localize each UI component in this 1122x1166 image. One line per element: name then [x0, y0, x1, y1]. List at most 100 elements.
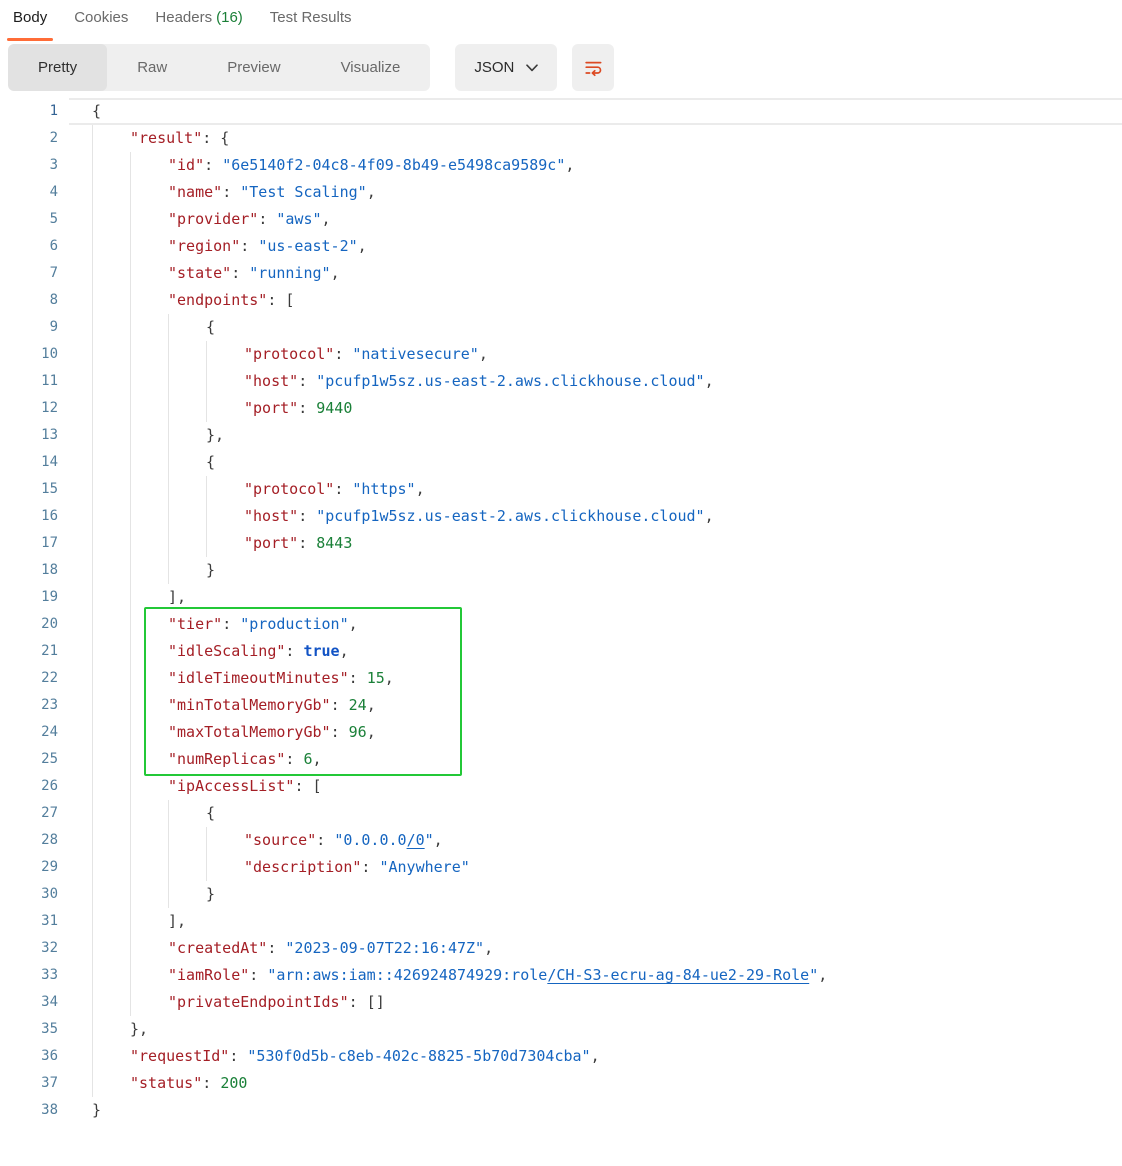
- code-line: 12"port": 9440: [0, 395, 1122, 422]
- line-number: 9: [0, 314, 58, 341]
- code-line: 8"endpoints": [: [0, 287, 1122, 314]
- code-text: {: [206, 800, 215, 827]
- indent-guide: [92, 206, 130, 233]
- indent-guide: [130, 800, 168, 827]
- line-number: 33: [0, 962, 58, 989]
- indent-guide: [130, 503, 168, 530]
- tab-test-results[interactable]: Test Results: [270, 9, 352, 28]
- code-line: 23 "minTotalMemoryGb": 24,: [0, 692, 1122, 719]
- line-number: 14: [0, 449, 58, 476]
- indent-guide: [92, 1016, 130, 1043]
- view-mode-preview[interactable]: Preview: [197, 44, 310, 91]
- language-selector-dropdown[interactable]: JSON: [455, 44, 557, 91]
- indent-guide: [168, 341, 206, 368]
- tab-headers[interactable]: Headers(16): [155, 9, 242, 28]
- view-mode-pretty[interactable]: Pretty: [8, 44, 107, 91]
- code-text: "id": "6e5140f2-04c8-4f09-8b49-e5498ca95…: [168, 152, 574, 179]
- indent-guide: [92, 908, 130, 935]
- indent-guide: [168, 368, 206, 395]
- tab-headers-label: Headers: [155, 9, 212, 26]
- code-line: 26"ipAccessList": [: [0, 773, 1122, 800]
- code-text: "region": "us-east-2",: [168, 233, 367, 260]
- wrap-text-button[interactable]: [572, 44, 614, 91]
- indent-guide: [206, 341, 244, 368]
- indent-guide: [206, 503, 244, 530]
- tab-body[interactable]: Body: [13, 9, 47, 28]
- code-line: 5"provider": "aws",: [0, 206, 1122, 233]
- indent-guide: [130, 233, 168, 260]
- indent-guide: [130, 557, 168, 584]
- response-body-editor[interactable]: 1{2"result": {3"id": "6e5140f2-04c8-4f09…: [0, 98, 1122, 1124]
- line-number: 11: [0, 368, 58, 395]
- code-line: 36"requestId": "530f0d5b-c8eb-402c-8825-…: [0, 1043, 1122, 1070]
- indent-guide: [130, 368, 168, 395]
- indent-guide: [206, 854, 244, 881]
- code-line: 25"numReplicas": 6,: [0, 746, 1122, 773]
- indent-guide: [92, 989, 130, 1016]
- indent-guide: [168, 314, 206, 341]
- indent-guide: [168, 557, 206, 584]
- line-number: 34: [0, 989, 58, 1016]
- code-text: {: [206, 449, 215, 476]
- indent-guide: [92, 827, 130, 854]
- line-number: 3: [0, 152, 58, 179]
- code-text: "protocol": "https",: [244, 476, 425, 503]
- line-number: 7: [0, 260, 58, 287]
- indent-guide: [130, 665, 168, 692]
- indent-guide: [92, 1043, 130, 1070]
- indent-guide: [168, 800, 206, 827]
- line-number: 23: [0, 692, 58, 719]
- indent-guide: [92, 800, 130, 827]
- code-line: 32"createdAt": "2023-09-07T22:16:47Z",: [0, 935, 1122, 962]
- line-number: 24: [0, 719, 58, 746]
- code-line: 29"description": "Anywhere": [0, 854, 1122, 881]
- indent-guide: [130, 206, 168, 233]
- indent-guide: [130, 152, 168, 179]
- tab-cookies[interactable]: Cookies: [74, 9, 128, 28]
- line-number: 32: [0, 935, 58, 962]
- indent-guide: [206, 368, 244, 395]
- indent-guide: [168, 503, 206, 530]
- tab-test-results-label: Test Results: [270, 9, 352, 26]
- code-lines: 1{2"result": {3"id": "6e5140f2-04c8-4f09…: [0, 98, 1122, 1124]
- line-number: 27: [0, 800, 58, 827]
- code-text: "status": 200: [130, 1070, 247, 1097]
- line-number: 30: [0, 881, 58, 908]
- code-text: "iamRole": "arn:aws:iam::426924874929:ro…: [168, 962, 827, 989]
- indent-guide: [92, 476, 130, 503]
- indent-guide: [130, 476, 168, 503]
- code-text: "minTotalMemoryGb": 24,: [168, 692, 376, 719]
- code-line: 3 "id": "6e5140f2-04c8-4f09-8b49-e5498ca9…: [0, 152, 1122, 179]
- indent-guide: [168, 827, 206, 854]
- wrap-text-icon: [584, 58, 603, 77]
- indent-guide: [92, 179, 130, 206]
- code-text: "protocol": "nativesecure",: [244, 341, 488, 368]
- code-text: "name": "Test Scaling",: [168, 179, 376, 206]
- indent-guide: [130, 746, 168, 773]
- line-number: 21: [0, 638, 58, 665]
- view-mode-visualize[interactable]: Visualize: [311, 44, 431, 91]
- view-mode-raw[interactable]: Raw: [107, 44, 197, 91]
- indent-guide: [92, 260, 130, 287]
- indent-guide: [130, 854, 168, 881]
- code-line: 14 {: [0, 449, 1122, 476]
- line-number: 15: [0, 476, 58, 503]
- indent-guide: [92, 935, 130, 962]
- indent-guide: [130, 935, 168, 962]
- indent-guide: [92, 314, 130, 341]
- indent-guide: [92, 233, 130, 260]
- code-line: 33 "iamRole": "arn:aws:iam::426924874929:…: [0, 962, 1122, 989]
- code-text: ],: [168, 584, 186, 611]
- code-line: 1{: [0, 98, 1122, 125]
- code-line: 18}: [0, 557, 1122, 584]
- code-text: "idleTimeoutMinutes": 15,: [168, 665, 394, 692]
- indent-guide: [130, 827, 168, 854]
- line-number: 2: [0, 125, 58, 152]
- indent-guide: [206, 827, 244, 854]
- view-mode-segmented-control: Pretty Raw Preview Visualize: [8, 44, 430, 91]
- code-text: "numReplicas": 6,: [168, 746, 322, 773]
- indent-guide: [92, 638, 130, 665]
- code-line: 6"region": "us-east-2",: [0, 233, 1122, 260]
- indent-guide: [130, 989, 168, 1016]
- code-line: 7"state": "running",: [0, 260, 1122, 287]
